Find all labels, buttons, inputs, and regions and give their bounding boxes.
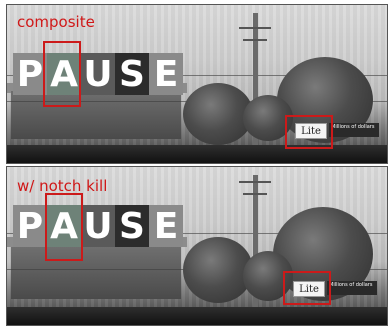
panel-caption: composite	[17, 13, 95, 31]
title-letter: E	[149, 205, 183, 247]
pole-crossarm	[243, 193, 267, 195]
title-letter: E	[149, 53, 183, 95]
pause-title: P A U S E	[13, 53, 183, 95]
pole-crossarm	[239, 181, 271, 183]
ground	[7, 307, 387, 325]
highlight-box-sign	[285, 115, 333, 149]
highlight-box-sign	[283, 271, 331, 305]
title-letter: P	[13, 205, 47, 247]
tree	[183, 237, 253, 303]
title-letter: S	[115, 205, 149, 247]
highlight-box-letter	[45, 193, 83, 261]
title-letter: U	[81, 53, 115, 95]
comparison-figure: composite P A U S E Lite Millions of dol…	[0, 0, 391, 327]
building-structure	[11, 247, 181, 299]
title-letter: S	[115, 53, 149, 95]
building-structure	[11, 91, 181, 139]
title-letter: U	[81, 205, 115, 247]
pause-title: P A U S E	[13, 205, 183, 247]
composite-panel: composite P A U S E Lite Millions of dol…	[6, 4, 388, 164]
pole-crossarm	[239, 27, 271, 29]
highlight-box-letter	[43, 41, 81, 107]
notch-kill-panel: w/ notch kill P A U S E Lite Millions of…	[6, 166, 388, 326]
pole-crossarm	[243, 39, 267, 41]
sign-fine-text: Millions of dollars	[329, 123, 379, 137]
title-letter: P	[13, 53, 47, 95]
sign-fine-text: Millions of dollars	[327, 281, 377, 295]
